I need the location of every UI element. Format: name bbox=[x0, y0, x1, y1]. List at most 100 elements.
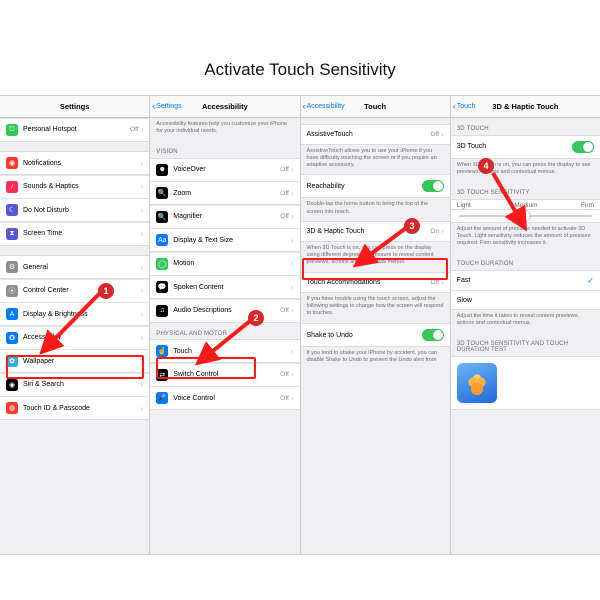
help-text: If you have trouble using the touch scre… bbox=[301, 293, 450, 323]
row-control-center[interactable]: ⦿ Control Center › bbox=[0, 279, 149, 303]
help-text: Adjust the amount of pressure needed to … bbox=[451, 223, 600, 253]
row-3d-haptic-touch[interactable]: 3D & Haptic Touch On › bbox=[301, 221, 450, 242]
switches-icon: ⦿ bbox=[6, 285, 18, 297]
label: AssistiveTouch bbox=[307, 131, 431, 138]
test-image[interactable] bbox=[457, 363, 497, 403]
value: Off bbox=[431, 279, 440, 286]
value: Off bbox=[280, 190, 289, 197]
touch-icon: ☝ bbox=[156, 345, 168, 357]
row-reachability[interactable]: Reachability bbox=[301, 174, 450, 198]
chevron-right-icon: › bbox=[441, 130, 444, 139]
row-screentime[interactable]: ⧗ Screen Time › bbox=[0, 222, 149, 246]
row-dnd[interactable]: ☾ Do Not Disturb › bbox=[0, 198, 149, 222]
brightness-icon: A bbox=[6, 308, 18, 320]
navbar: ‹ Touch 3D & Haptic Touch bbox=[451, 96, 600, 118]
row-touch-accommodations[interactable]: Touch Accommodations Off › bbox=[301, 272, 450, 293]
chevron-right-icon: › bbox=[141, 125, 144, 134]
row-touchid[interactable]: ◍ Touch ID & Passcode › bbox=[0, 396, 149, 420]
chevron-right-icon: › bbox=[141, 182, 144, 191]
step-badge-1: 1 bbox=[98, 283, 114, 299]
back-button[interactable]: ‹ Accessibility bbox=[301, 102, 345, 111]
switch-icon: ⇄ bbox=[156, 369, 168, 381]
label: Accessibility bbox=[23, 334, 141, 341]
label: Sounds & Haptics bbox=[23, 183, 141, 190]
toggle-shake[interactable] bbox=[422, 329, 444, 341]
row-sounds[interactable]: ♪ Sounds & Haptics › bbox=[0, 175, 149, 199]
chevron-right-icon: › bbox=[141, 380, 144, 389]
row-voiceover[interactable]: ☻ VoiceOver Off › bbox=[150, 158, 299, 182]
back-button[interactable]: ‹ Touch bbox=[451, 102, 476, 111]
toggle-reachability[interactable] bbox=[422, 180, 444, 192]
label: General bbox=[23, 264, 141, 271]
row-magnifier[interactable]: 🔍 Magnifier Off › bbox=[150, 205, 299, 229]
row-siri[interactable]: ◉ Siri & Search › bbox=[0, 373, 149, 397]
hourglass-icon: ⧗ bbox=[6, 228, 18, 240]
chevron-right-icon: › bbox=[291, 212, 294, 221]
row-accessibility[interactable]: ✪ Accessibility › bbox=[0, 326, 149, 350]
value: Off bbox=[280, 307, 289, 314]
magnifier-icon: 🔍 bbox=[156, 211, 168, 223]
label: Screen Time bbox=[23, 230, 141, 237]
chevron-right-icon: › bbox=[141, 159, 144, 168]
step-badge-3: 3 bbox=[404, 218, 420, 234]
nav-title: Settings bbox=[0, 102, 149, 111]
label: Touch ID & Passcode bbox=[23, 405, 141, 412]
label: Voice Control bbox=[173, 395, 280, 402]
row-motion[interactable]: ◯ Motion › bbox=[150, 252, 299, 276]
back-button[interactable]: ‹ Settings bbox=[150, 102, 181, 111]
section-test: 3D TOUCH SENSITIVITY AND TOUCH DURATION … bbox=[451, 333, 600, 356]
label: Siri & Search bbox=[23, 381, 141, 388]
chevron-right-icon: › bbox=[141, 229, 144, 238]
row-personal-hotspot[interactable]: ⎋ Personal Hotspot Off › bbox=[0, 118, 149, 142]
label: Personal Hotspot bbox=[23, 126, 130, 133]
label: Audio Descriptions bbox=[173, 307, 280, 314]
section-motor: PHYSICAL AND MOTOR bbox=[150, 323, 299, 340]
speech-icon: 💬 bbox=[156, 281, 168, 293]
sensitivity-slider[interactable] bbox=[451, 209, 600, 223]
value: Off bbox=[431, 131, 440, 138]
label: Touch bbox=[173, 348, 291, 355]
label: Fast bbox=[457, 277, 588, 284]
row-assistivetouch[interactable]: AssistiveTouch Off › bbox=[301, 124, 450, 145]
label: Display & Text Size bbox=[173, 237, 291, 244]
navbar: Settings bbox=[0, 96, 149, 118]
motion-icon: ◯ bbox=[156, 258, 168, 270]
row-3d-touch-toggle[interactable]: 3D Touch bbox=[451, 135, 600, 159]
row-touch[interactable]: ☝ Touch › bbox=[150, 339, 299, 363]
row-general[interactable]: ⚙ General › bbox=[0, 255, 149, 279]
row-shake-undo[interactable]: Shake to Undo bbox=[301, 323, 450, 347]
label: 3D Touch bbox=[457, 143, 572, 150]
moon-icon: ☾ bbox=[6, 204, 18, 216]
chevron-right-icon: › bbox=[141, 357, 144, 366]
chevron-right-icon: › bbox=[441, 227, 444, 236]
chevron-right-icon: › bbox=[141, 263, 144, 272]
row-duration-slow[interactable]: Slow bbox=[451, 290, 600, 310]
label: Motion bbox=[173, 260, 291, 267]
navbar: ‹ Accessibility Touch bbox=[301, 96, 450, 118]
row-duration-fast[interactable]: Fast ✓ bbox=[451, 270, 600, 291]
row-audio-desc[interactable]: ♫ Audio Descriptions Off › bbox=[150, 299, 299, 323]
navbar: ‹ Settings Accessibility bbox=[150, 96, 299, 118]
pane-3d-haptic: ‹ Touch 3D & Haptic Touch 3D TOUCH 3D To… bbox=[451, 96, 600, 554]
row-wallpaper[interactable]: ✿ Wallpaper › bbox=[0, 349, 149, 373]
row-display-text[interactable]: Aa Display & Text Size › bbox=[150, 228, 299, 252]
pane-touch: ‹ Accessibility Touch AssistiveTouch Off… bbox=[301, 96, 451, 554]
chevron-left-icon: ‹ bbox=[453, 102, 456, 111]
row-zoom[interactable]: 🔍 Zoom Off › bbox=[150, 181, 299, 205]
row-spoken[interactable]: 💬 Spoken Content › bbox=[150, 275, 299, 299]
pane-accessibility: ‹ Settings Accessibility Accessibility f… bbox=[150, 96, 300, 554]
value: Off bbox=[130, 126, 139, 133]
voiceover-icon: ☻ bbox=[156, 164, 168, 176]
row-notifications[interactable]: ◉ Notifications › bbox=[0, 151, 149, 175]
section-sensitivity: 3D TOUCH SENSITIVITY bbox=[451, 182, 600, 199]
section-duration: TOUCH DURATION bbox=[451, 253, 600, 270]
chevron-right-icon: › bbox=[291, 306, 294, 315]
step-badge-4: 4 bbox=[478, 158, 494, 174]
row-display-brightness[interactable]: A Display & Brightness › bbox=[0, 302, 149, 326]
row-switch-control[interactable]: ⇄ Switch Control Off › bbox=[150, 363, 299, 387]
toggle-3d-touch[interactable] bbox=[572, 141, 594, 153]
label: Switch Control bbox=[173, 371, 280, 378]
row-voice-control[interactable]: 🎤 Voice Control Off › bbox=[150, 386, 299, 410]
accessibility-icon: ✪ bbox=[6, 332, 18, 344]
mic-icon: 🎤 bbox=[156, 392, 168, 404]
